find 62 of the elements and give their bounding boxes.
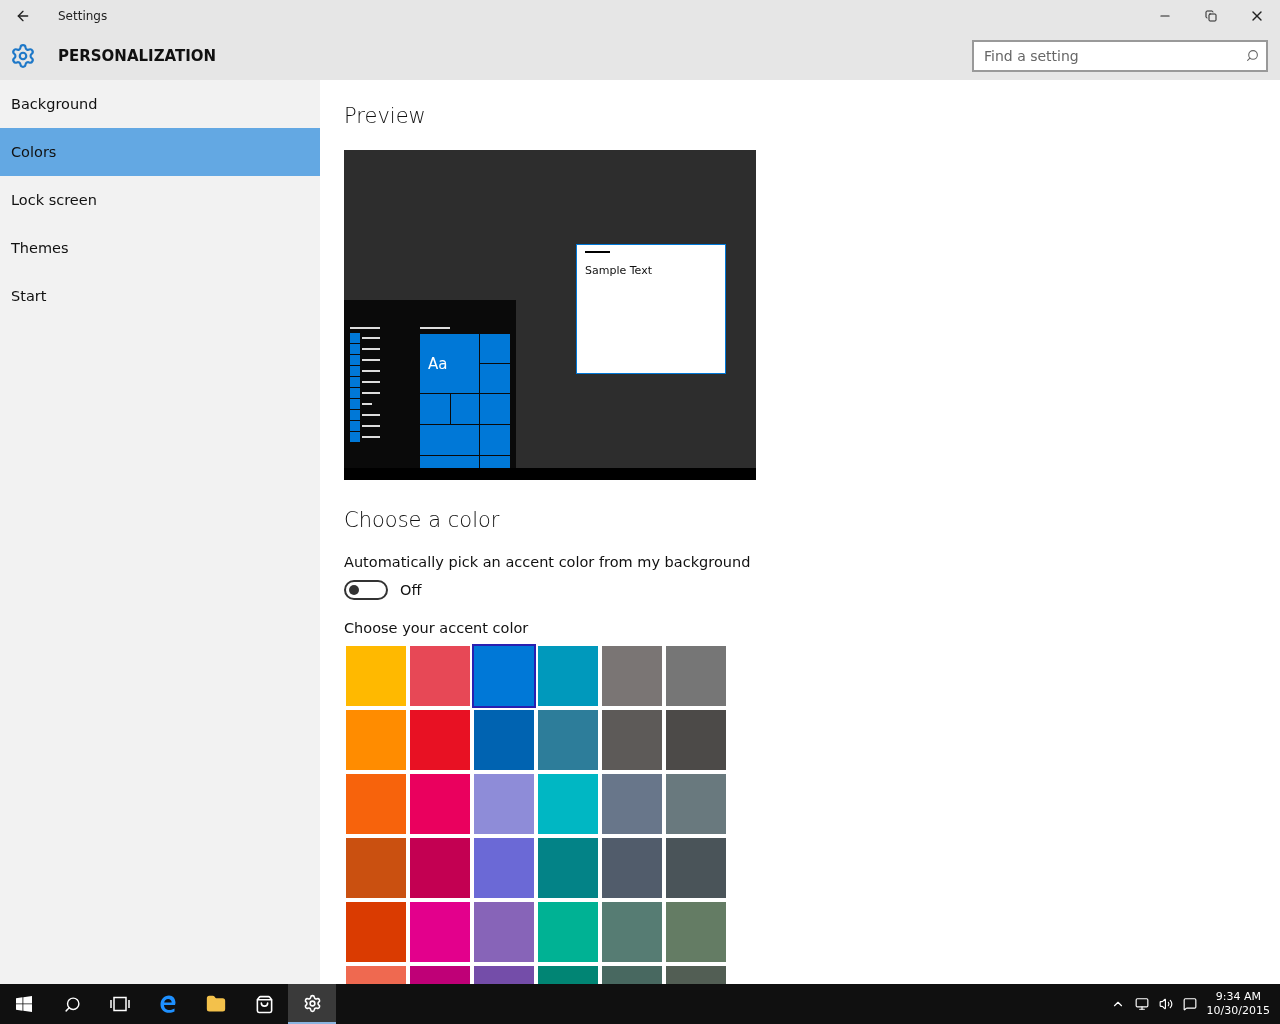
color-swatch[interactable] (666, 710, 726, 770)
volume-icon[interactable] (1158, 997, 1173, 1011)
color-swatch[interactable] (410, 774, 470, 834)
sample-text: Sample Text (585, 264, 652, 277)
window-title: Settings (58, 9, 109, 23)
color-swatch[interactable] (602, 902, 662, 962)
tile-label: Aa (428, 355, 448, 373)
browser-e-icon (158, 994, 178, 1014)
color-swatch[interactable] (666, 774, 726, 834)
color-swatch[interactable] (474, 710, 534, 770)
color-swatch[interactable] (666, 902, 726, 962)
toggle-switch[interactable] (344, 580, 388, 600)
search-icon (1246, 49, 1259, 62)
color-swatch[interactable] (474, 838, 534, 898)
settings-icon (10, 43, 36, 69)
section-title: Preview (344, 104, 427, 130)
section-title: Choose a color (344, 508, 501, 534)
restore-icon (1205, 10, 1217, 22)
color-swatch[interactable] (346, 710, 406, 770)
sidebar-item[interactable]: Lock screen (0, 176, 320, 224)
color-swatch[interactable] (538, 838, 598, 898)
color-swatch[interactable] (666, 838, 726, 898)
color-swatch[interactable] (474, 902, 534, 962)
color-swatch[interactable] (410, 710, 470, 770)
color-swatch[interactable] (538, 646, 598, 706)
color-swatch[interactable] (538, 902, 598, 962)
sidebar-item[interactable]: Background (0, 80, 320, 128)
network-icon[interactable] (1134, 997, 1149, 1011)
windows-logo-icon (16, 996, 32, 1012)
color-swatch[interactable] (538, 774, 598, 834)
color-swatch[interactable] (666, 646, 726, 706)
color-swatch[interactable] (346, 646, 406, 706)
color-swatch[interactable] (410, 902, 470, 962)
sidebar-item[interactable]: Themes (0, 224, 320, 272)
color-swatch[interactable] (602, 838, 662, 898)
search-icon (63, 995, 81, 1013)
color-swatch[interactable] (538, 710, 598, 770)
task-view-icon (110, 996, 130, 1012)
color-swatch[interactable] (602, 774, 662, 834)
settings-icon (302, 993, 322, 1013)
sidebar-item[interactable]: Start (0, 272, 320, 320)
setting-label: Automatically pick an accent color from my background (344, 554, 752, 570)
color-swatch[interactable] (474, 774, 534, 834)
setting-label: Choose your accent color (344, 620, 530, 636)
notifications-icon[interactable] (1182, 997, 1197, 1011)
back-arrow-icon (15, 8, 31, 24)
search-field[interactable]: Find a setting (972, 40, 1268, 72)
settings-taskbar-button[interactable] (288, 984, 336, 1024)
color-swatch[interactable] (346, 838, 406, 898)
toggle-state: Off (400, 582, 422, 598)
color-swatch[interactable] (474, 646, 534, 706)
page-title: PERSONALIZATION (58, 47, 218, 65)
sidebar-item[interactable]: Colors (0, 128, 320, 176)
folder-icon (206, 994, 226, 1014)
color-swatch[interactable] (602, 710, 662, 770)
clock[interactable]: 9:34 AM 10/30/2015 (1206, 990, 1270, 1018)
color-swatch[interactable] (410, 646, 470, 706)
color-swatch[interactable] (410, 838, 470, 898)
color-swatch[interactable] (346, 902, 406, 962)
color-swatch[interactable] (602, 646, 662, 706)
color-swatch[interactable] (346, 774, 406, 834)
shopping-bag-icon (254, 994, 274, 1014)
